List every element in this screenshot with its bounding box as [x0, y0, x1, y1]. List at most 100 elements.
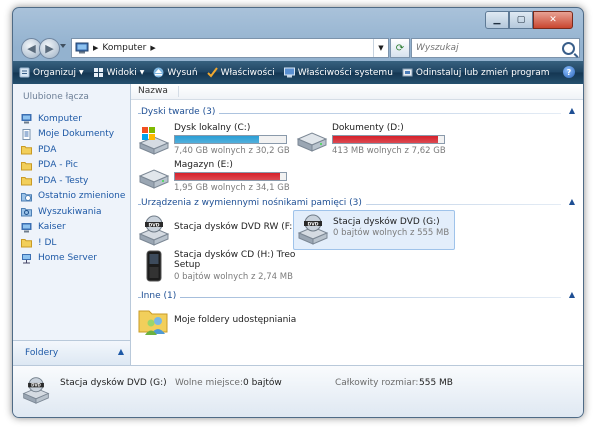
nav-item-pda[interactable]: PDA — [21, 142, 125, 158]
command-bar: Organizuj ▼ Widoki ▼ Wysuń Właściwości W… — [13, 61, 583, 84]
uninstall-button[interactable]: Odinstaluj lub zmień program — [402, 67, 550, 78]
details-pane: DVD Stacja dysków DVD (G:) Wolne miejsce… — [13, 365, 583, 417]
refresh-icon: ⟳ — [395, 42, 405, 54]
folders-toggle[interactable]: Foldery ▲ — [13, 340, 130, 365]
recent-pages-dropdown[interactable] — [60, 44, 66, 48]
minimize-button[interactable]: ▁ — [485, 11, 509, 29]
navigation-bar: ◀ ▶ ▶ Komputer ▶ ▼ ⟳ — [19, 37, 580, 59]
drive-usage-fill — [333, 136, 439, 143]
dvd-drive-icon: DVD — [22, 377, 50, 404]
nav-item-pda-pic[interactable]: PDA - Pic — [21, 158, 125, 174]
column-divider[interactable] — [178, 86, 179, 97]
address-dropdown[interactable]: ▼ — [373, 39, 388, 57]
drive-g[interactable]: DVD Stacja dysków DVD (G:) 0 bajtów woln… — [293, 210, 455, 250]
programs-icon — [402, 68, 413, 77]
nav-item-wyszukiwania[interactable]: Wyszukiwania — [21, 204, 125, 220]
group-hard-disks[interactable]: Dyski twarde (3) ▲ — [138, 106, 575, 119]
forward-button[interactable]: ▶ — [39, 38, 60, 59]
svg-text:DVD: DVD — [31, 383, 41, 388]
search-box[interactable] — [411, 38, 580, 58]
drive-size: 0 bajtów wolnych z 2,74 MB — [174, 272, 293, 282]
treo-device-icon — [146, 250, 162, 282]
group-other[interactable]: Inne (1) ▲ — [138, 290, 575, 303]
nav-item-komputer[interactable]: Komputer — [21, 111, 125, 127]
breadcrumb-separator[interactable]: ▶ — [93, 44, 98, 52]
chevron-down-icon: ▼ — [79, 69, 84, 76]
minimize-icon: ▁ — [493, 15, 501, 25]
properties-button[interactable]: Właściwości — [206, 67, 275, 78]
system-properties-button[interactable]: Właściwości systemu — [283, 67, 393, 78]
views-button[interactable]: Widoki ▼ — [93, 67, 145, 78]
column-header-name[interactable]: Nazwa — [131, 84, 583, 100]
caption-buttons: ▁ ▢ ✕ — [485, 11, 573, 29]
breadcrumb-computer[interactable]: Komputer — [102, 43, 146, 53]
explorer-window: ▁ ▢ ✕ ◀ ▶ ▶ Komputer ▶ ▼ ⟳ Organizuj ▼ — [12, 7, 584, 418]
breadcrumb-separator[interactable]: ▶ — [150, 44, 155, 52]
drive-usage-fill — [175, 136, 259, 143]
drive-e[interactable]: Magazyn (E:) 1,95 GB wolnych z 34,1 GB — [135, 158, 295, 196]
hard-drive-icon — [296, 132, 328, 152]
chevron-up-icon[interactable]: ▲ — [569, 197, 575, 206]
nav-item-pda-testy[interactable]: PDA - Testy — [21, 173, 125, 189]
help-button[interactable]: ? — [563, 66, 575, 78]
nav-item-home-server[interactable]: Home Server — [21, 251, 125, 267]
column-header-label: Nazwa — [138, 86, 168, 96]
documents-icon — [22, 128, 31, 140]
uninstall-label: Odinstaluj lub zmień program — [415, 67, 550, 78]
organize-button[interactable]: Organizuj ▼ — [19, 67, 84, 78]
organize-label: Organizuj — [33, 67, 76, 78]
drive-size: 0 bajtów wolnych z 555 MB — [333, 228, 450, 238]
maximize-button[interactable]: ▢ — [509, 11, 533, 29]
help-icon: ? — [566, 67, 572, 77]
eject-label: Wysuń — [167, 67, 198, 78]
drive-size: 413 MB wolnych z 7,62 GB — [332, 146, 446, 156]
free-space-value: 0 bajtów — [243, 378, 282, 388]
total-size-value: 555 MB — [419, 378, 453, 388]
chevron-up-icon[interactable]: ▲ — [569, 106, 575, 115]
drive-name: Magazyn (E:) — [174, 160, 233, 170]
close-button[interactable]: ✕ — [533, 11, 573, 29]
drive-name-line1: Stacja dysków CD (H:) Treo — [174, 250, 296, 260]
nav-item-moje-dokumenty[interactable]: Moje Dokumenty — [21, 127, 125, 143]
search-input[interactable] — [412, 42, 558, 54]
group-title: Inne (1) — [141, 291, 181, 301]
drive-c[interactable]: Dysk lokalny (C:) 7,40 GB wolnych z 30,2… — [135, 121, 295, 159]
views-label: Widoki — [106, 67, 137, 78]
shared-folders[interactable]: Moje foldery udostępniania — [135, 303, 296, 341]
drive-h[interactable]: Stacja dysków CD (H:) Treo Setup 0 bajtó… — [135, 248, 295, 288]
checkmark-icon — [206, 67, 218, 78]
svg-text:DVD: DVD — [308, 221, 319, 227]
group-title: Dyski twarde (3) — [141, 107, 220, 117]
nav-item-kaiser[interactable]: Kaiser — [21, 220, 125, 236]
drive-d[interactable]: Dokumenty (D:) 413 MB wolnych z 7,62 GB — [293, 121, 453, 159]
drive-name-line2: Setup — [174, 260, 201, 270]
drive-f[interactable]: DVD Stacja dysków DVD RW (F:) — [135, 212, 296, 250]
group-removable-storage[interactable]: Urządzenia z wymiennymi nośnikami pamięc… — [138, 197, 575, 210]
drive-usage-bar — [174, 135, 287, 144]
file-list: Nazwa Dyski twarde (3) ▲ Dysk lokalny (C… — [131, 84, 583, 365]
back-arrow-icon: ◀ — [27, 42, 36, 55]
computer-icon — [21, 222, 32, 233]
chevron-up-icon[interactable]: ▲ — [569, 290, 575, 299]
chevron-down-icon: ▼ — [139, 69, 145, 76]
details-item-name: Stacja dysków DVD (G:) — [60, 378, 167, 388]
drive-size: 7,40 GB wolnych z 30,2 GB — [174, 146, 290, 156]
network-icon — [22, 253, 31, 264]
favorite-links-title: Ulubione łącza — [23, 92, 89, 102]
eject-icon — [153, 67, 164, 78]
drive-name: Dokumenty (D:) — [332, 123, 404, 133]
shared-folder-icon — [138, 310, 168, 335]
search-icon[interactable] — [562, 41, 575, 55]
chevron-up-icon: ▲ — [117, 347, 124, 356]
nav-item-ostatnio-zmienione[interactable]: Ostatnio zmienione — [21, 189, 125, 205]
nav-item-dl[interactable]: ! DL — [21, 235, 125, 251]
favorite-links-list: Komputer Moje Dokumenty PDA PDA - Pic PD… — [21, 111, 125, 266]
eject-button[interactable]: Wysuń — [153, 67, 198, 78]
folder-icon — [21, 161, 32, 171]
system-properties-label: Właściwości systemu — [297, 67, 393, 78]
drive-usage-fill — [175, 173, 280, 180]
refresh-button[interactable]: ⟳ — [390, 38, 410, 58]
windows-drive-icon — [138, 127, 170, 155]
address-bar[interactable]: ▶ Komputer ▶ ▼ — [71, 38, 389, 58]
total-size-label: Całkowity rozmiar: — [335, 378, 419, 388]
